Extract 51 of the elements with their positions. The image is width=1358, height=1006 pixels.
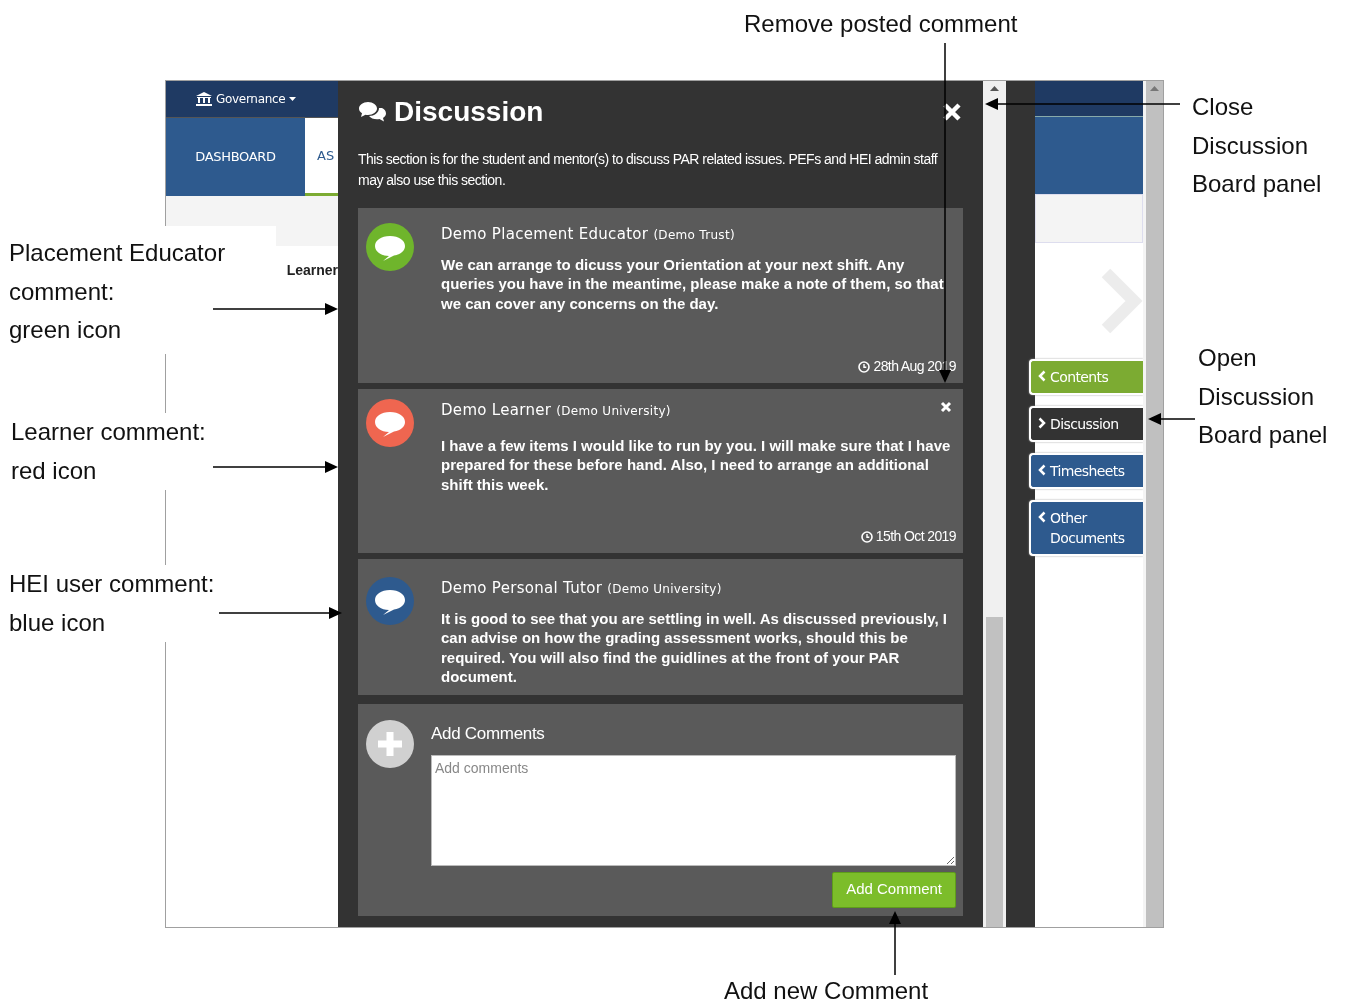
callout-label: red icon bbox=[11, 455, 97, 486]
comment-date: 15th Oct 2019 bbox=[875, 527, 956, 546]
governance-menu[interactable]: Governance bbox=[216, 90, 286, 108]
caret-icon bbox=[289, 97, 297, 101]
comment-author: Demo Learner (Demo University) bbox=[441, 400, 671, 421]
side-tab[interactable]: Discussion bbox=[1029, 406, 1143, 442]
comments-icon bbox=[358, 100, 388, 124]
clock-icon bbox=[860, 530, 873, 543]
comment-author: Demo Personal Tutor (Demo University) bbox=[441, 578, 722, 599]
comment-author: Demo Placement Educator (Demo Trust) bbox=[441, 224, 735, 245]
callout-label: HEI user comment: bbox=[9, 569, 215, 599]
chevron-left-icon bbox=[1038, 511, 1046, 523]
callout-label: Board panel bbox=[1192, 169, 1322, 199]
close-button[interactable] bbox=[941, 101, 963, 123]
clock-icon bbox=[858, 360, 871, 373]
callout-label: Add new Comment bbox=[724, 976, 929, 1006]
add-comments-label: Add Comments bbox=[431, 723, 546, 745]
chevron-left-icon bbox=[1038, 370, 1046, 382]
callout-label: Board panel bbox=[1198, 420, 1328, 450]
callout-arrow bbox=[1148, 413, 1196, 425]
comment-input-field[interactable]: Add comments bbox=[431, 754, 956, 866]
dashboard-tab[interactable]: DASHBOARD bbox=[166, 118, 305, 196]
remove-comment-button[interactable] bbox=[940, 401, 952, 413]
callout-label: green icon bbox=[9, 315, 122, 345]
callout-label: Remove posted comment bbox=[744, 9, 1018, 39]
scrollbar[interactable] bbox=[1143, 81, 1163, 927]
scrollbar-thumb[interactable] bbox=[986, 617, 1003, 927]
callout-label: Placement Educator bbox=[9, 238, 226, 268]
side-tab[interactable]: Timesheets bbox=[1029, 453, 1143, 489]
comment-text: We can arrange to dicuss your Orientation at your next shift. Any queries you have in the meantime, please make a note of them, so that we can cover any concerns on the day. bbox=[441, 254, 945, 313]
callout-label: Close bbox=[1192, 92, 1254, 122]
panel-intro: This section is for the student and mentor(s) to discuss PAR related issues. PEFs and HEI admin staff may also use this section. bbox=[358, 150, 939, 190]
panel-title: Discussion bbox=[394, 95, 544, 129]
callout-label: blue icon bbox=[9, 607, 106, 638]
chevron-left-icon bbox=[1038, 464, 1046, 476]
bank-icon bbox=[196, 92, 212, 106]
comment-text: I have a few items I would like to run by you. I will make sure that I have prepared for these before hand. Also, I need to arrange an additional shift this week. bbox=[441, 435, 952, 494]
chevron-right-icon bbox=[1038, 417, 1046, 429]
scroll-up-icon[interactable] bbox=[990, 86, 999, 91]
learner-label: Learner bbox=[286, 261, 338, 280]
callout-label: Learner comment: bbox=[11, 417, 206, 447]
comment-text: It is good to see that you are settling in well. As discussed previously, I can advise on how the grading assessment works, should this be required. You will also find the guidlines at the front of your PAR document. bbox=[441, 608, 948, 687]
callout-label: Discussion bbox=[1192, 130, 1309, 161]
scrollbar[interactable] bbox=[983, 81, 1006, 927]
callout-arrow bbox=[889, 911, 901, 976]
callout-label: Open bbox=[1198, 343, 1257, 373]
close-icon bbox=[942, 102, 962, 122]
plus-icon bbox=[366, 720, 414, 768]
callout-label: Discussion bbox=[1198, 381, 1315, 412]
callout-label: comment: bbox=[9, 276, 115, 307]
side-tab[interactable]: Other Documents bbox=[1029, 500, 1143, 556]
